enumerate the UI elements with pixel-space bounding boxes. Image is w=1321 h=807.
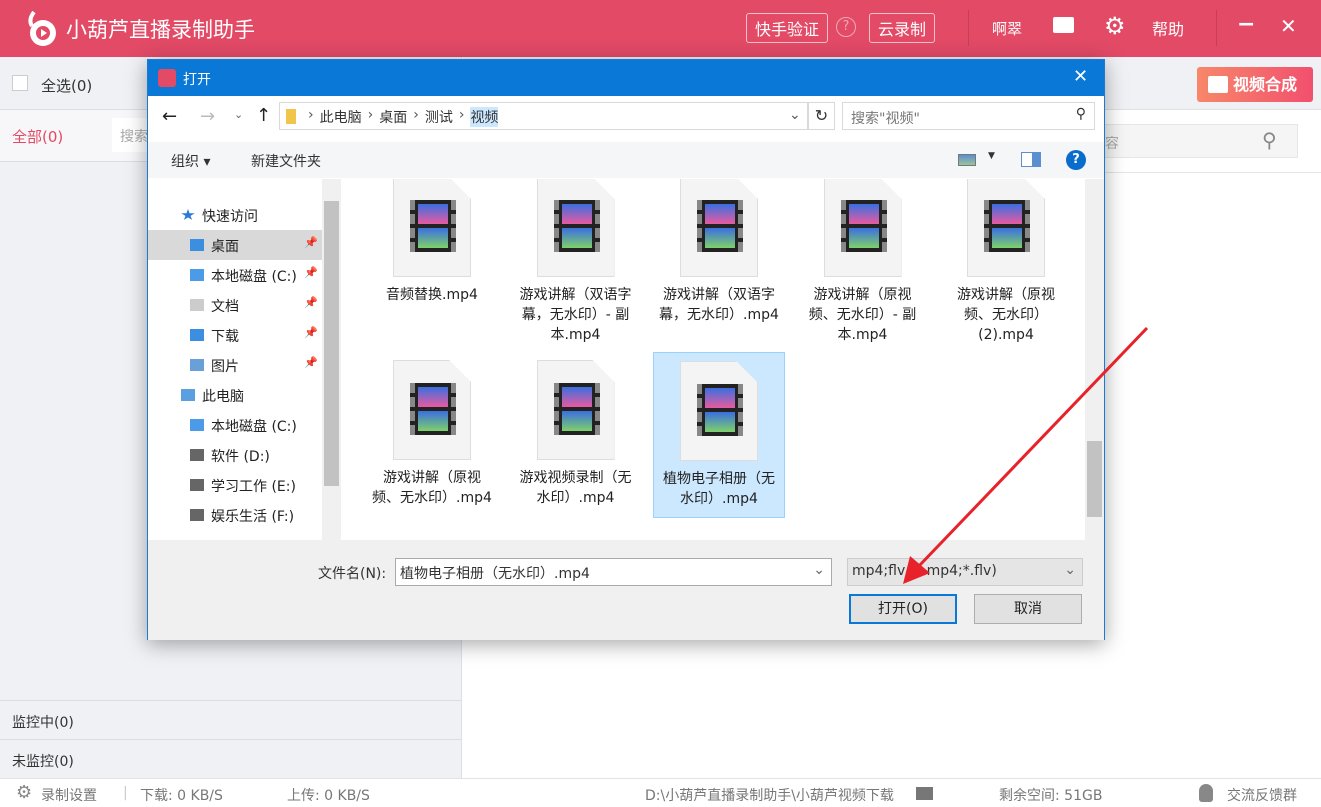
annotation-arrow (903, 326, 1149, 584)
